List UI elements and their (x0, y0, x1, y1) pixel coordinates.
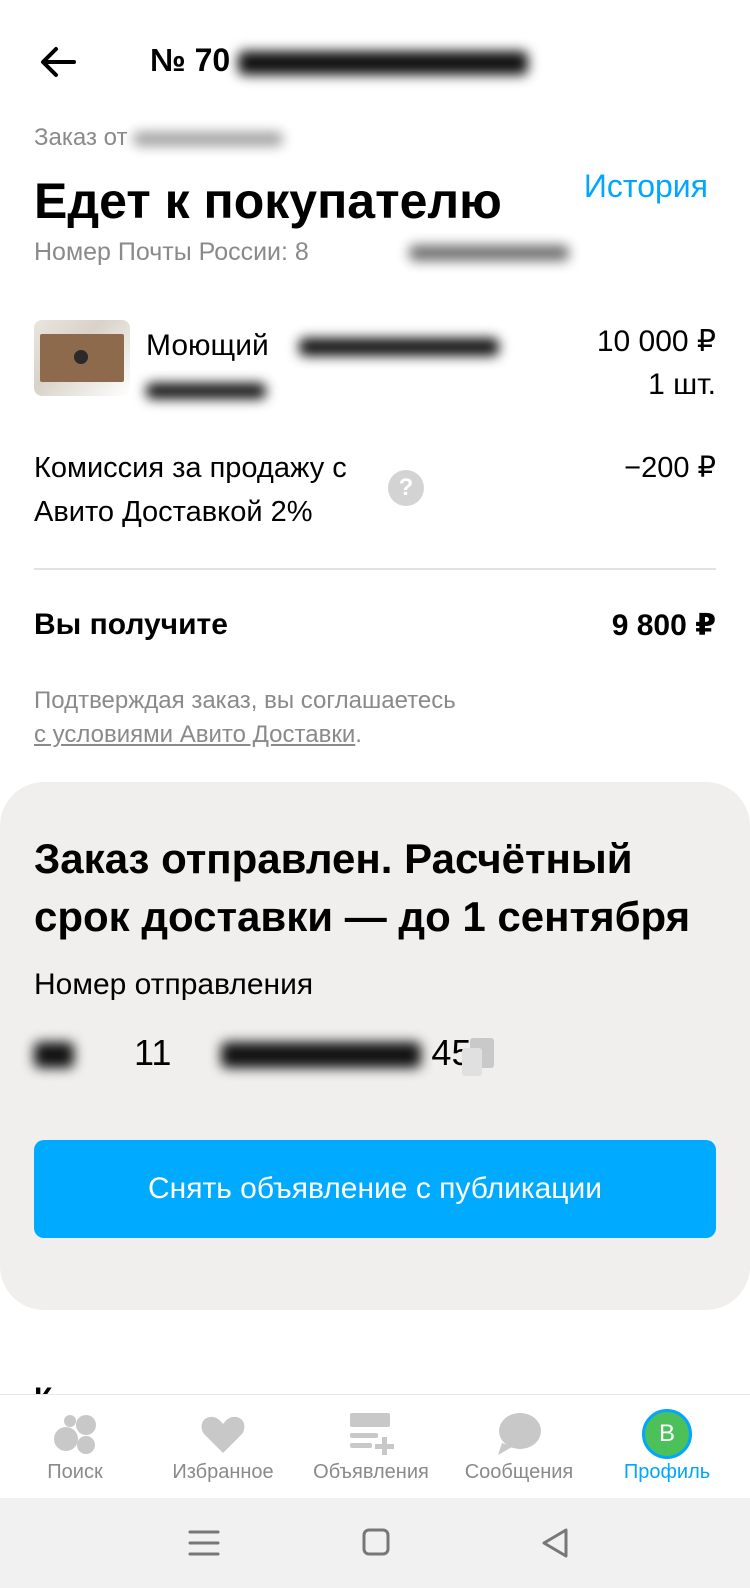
post-tracking-number: Номер Почты России: 8 (34, 238, 569, 267)
nav-label: Объявления (313, 1461, 429, 1483)
order-item[interactable]: Моющий 10 000 ₽ 1 шт. (34, 320, 716, 410)
history-link[interactable]: История (584, 168, 708, 205)
heart-icon (198, 1409, 248, 1459)
messages-icon (494, 1409, 544, 1459)
nav-messages[interactable]: Сообщения (444, 1395, 594, 1499)
search-icon (50, 1409, 100, 1459)
nav-search[interactable]: Поиск (0, 1395, 150, 1499)
receive-amount: 9 800 ₽ (611, 609, 716, 642)
system-nav-bar (0, 1498, 750, 1588)
avatar: В (642, 1409, 692, 1459)
header: № 70 (0, 0, 750, 120)
order-number: № 70 (150, 42, 529, 79)
help-icon[interactable]: ? (388, 470, 424, 506)
commission-row: Комиссия за продажу с Авито Доставкой 2%… (34, 446, 716, 536)
item-title: Моющий (146, 324, 566, 412)
nav-label: Сообщения (464, 1461, 574, 1483)
item-price: 10 000 ₽ (596, 325, 716, 358)
item-quantity: 1 шт. (648, 368, 716, 401)
home-icon[interactable] (356, 1526, 396, 1560)
nav-label: Избранное (172, 1461, 274, 1483)
nav-label: Профиль (623, 1461, 711, 1483)
tracking-label: Номер отправления (34, 968, 314, 1001)
nav-listings[interactable]: Объявления (296, 1395, 446, 1499)
nav-favorites[interactable]: Избранное (148, 1395, 298, 1499)
listings-icon (346, 1409, 396, 1459)
partial-next-section: К (34, 1382, 94, 1394)
commission-label: Комиссия за продажу с Авито Доставкой 2% (34, 452, 347, 528)
nav-label: Поиск (47, 1461, 103, 1483)
tracking-number[interactable]: 11 45 (34, 1032, 471, 1074)
shipment-title: Заказ отправлен. Расчётный срок доставки… (34, 835, 691, 940)
commission-amount: −200 ₽ (624, 452, 716, 484)
back-icon[interactable] (536, 1526, 576, 1560)
bottom-nav: Поиск Избранное Объявления Сообщения В П… (0, 1394, 750, 1498)
profile-avatar: В (642, 1409, 692, 1459)
item-thumbnail (34, 320, 130, 396)
unpublish-listing-button[interactable]: Снять объявление с публикации (34, 1140, 716, 1238)
receive-label: Вы получите (34, 608, 228, 641)
terms-text: Подтверждая заказ, вы соглашаетесь с усл… (34, 687, 456, 748)
copy-icon[interactable] (458, 1036, 498, 1080)
nav-profile[interactable]: В Профиль (592, 1395, 742, 1499)
terms-link[interactable]: с условиями Авито Доставки (34, 721, 355, 748)
shipment-card: Заказ отправлен. Расчётный срок доставки… (0, 782, 750, 1310)
menu-icon[interactable] (184, 1526, 224, 1560)
order-date: Заказ от (34, 124, 284, 152)
divider (34, 568, 716, 570)
order-status: Едет к покупателю (34, 173, 502, 229)
back-arrow-icon[interactable] (36, 40, 80, 84)
